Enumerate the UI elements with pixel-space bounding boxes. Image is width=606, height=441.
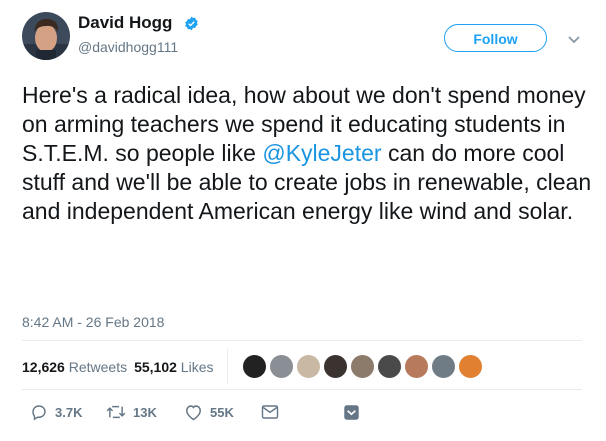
retweet-stat[interactable]: 12,626 Retweets <box>22 359 127 375</box>
divider <box>22 389 582 390</box>
like-action[interactable]: 55K <box>184 403 234 421</box>
like-label: Likes <box>180 359 214 375</box>
retweet-icon <box>106 405 126 419</box>
liker-avatar[interactable] <box>430 353 457 380</box>
liker-avatar[interactable] <box>403 353 430 380</box>
reply-action[interactable]: 3.7K <box>30 403 82 421</box>
like-icon <box>186 405 201 421</box>
message-icon <box>261 405 279 419</box>
like-count: 55,102 <box>134 359 177 375</box>
chevron-down-icon[interactable] <box>567 32 581 44</box>
like-stat[interactable]: 55,102 Likes <box>134 359 213 375</box>
retweet-count: 12,626 <box>22 359 65 375</box>
reply-icon <box>32 405 46 421</box>
display-name[interactable]: David Hogg <box>78 13 172 33</box>
tweet-text: Here's a radical idea, how about we don'… <box>22 81 597 226</box>
liker-avatar[interactable] <box>295 353 322 380</box>
reply-count: 3.7K <box>55 404 83 420</box>
divider <box>22 340 582 341</box>
engagement-stats: 12,626 Retweets 55,102 Likes <box>22 359 213 375</box>
verified-badge-icon <box>184 16 199 31</box>
retweet-label: Retweets <box>68 359 128 375</box>
liker-avatar[interactable] <box>241 353 268 380</box>
more-icon <box>344 404 359 420</box>
mention-link[interactable]: @KyleJeter <box>262 140 381 166</box>
message-action[interactable] <box>261 403 286 421</box>
user-handle[interactable]: @davidhogg111 <box>78 38 178 56</box>
more-action[interactable] <box>343 403 367 421</box>
liker-avatar[interactable] <box>322 353 349 380</box>
retweet-action[interactable]: 13K <box>106 403 157 421</box>
retweet-count-action: 13K <box>133 404 157 420</box>
avatar[interactable] <box>22 12 70 60</box>
liker-avatar[interactable] <box>376 353 403 380</box>
follow-button[interactable]: Follow <box>444 24 547 52</box>
liker-avatar[interactable] <box>457 353 484 380</box>
stats-separator <box>227 349 228 384</box>
liker-avatar[interactable] <box>349 353 376 380</box>
like-count-action: 55K <box>210 404 234 420</box>
liker-avatar[interactable] <box>268 353 295 380</box>
tweet-timestamp[interactable]: 8:42 AM - 26 Feb 2018 <box>22 314 164 330</box>
